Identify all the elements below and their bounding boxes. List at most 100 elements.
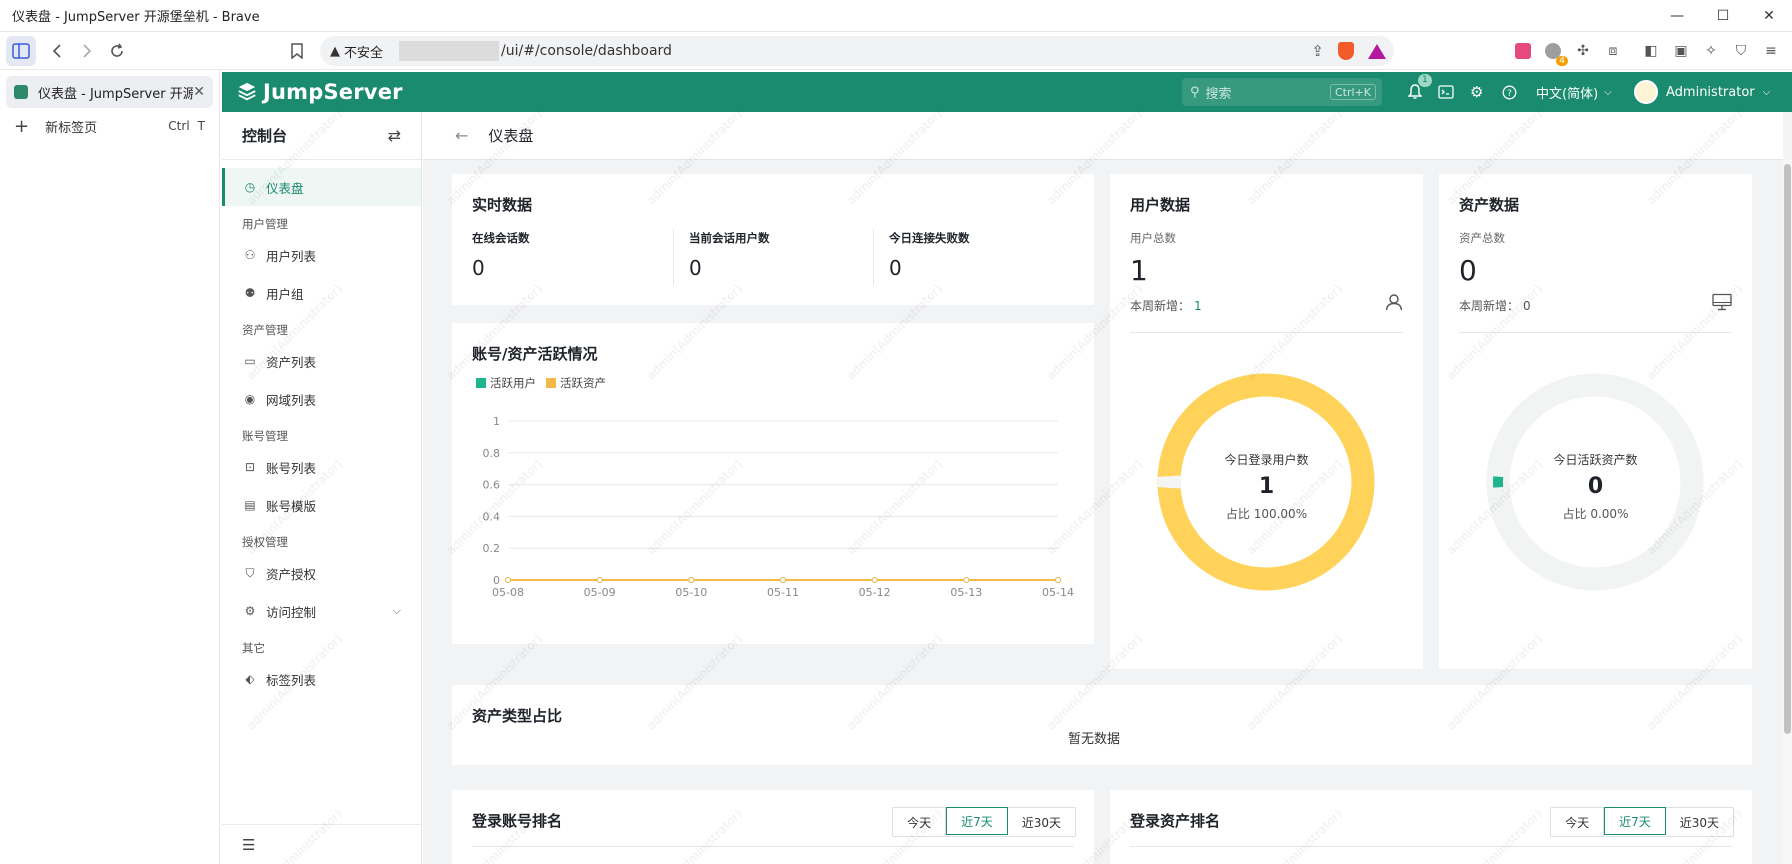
range-30days-button[interactable]: 近30天 [1008, 808, 1075, 836]
sidebar-item-account-list[interactable]: ⊡ 账号列表 [222, 448, 421, 486]
range-7days-button[interactable]: 近7天 [1604, 807, 1666, 835]
sidebar-item-label: 用户组 [266, 286, 304, 302]
range-today-button[interactable]: 今天 [1551, 808, 1605, 836]
security-status[interactable]: 不安全 [344, 42, 383, 61]
help-icon[interactable]: ? [1502, 72, 1517, 112]
global-search-input[interactable]: ⚲ 搜索 Ctrl+K [1182, 78, 1382, 106]
data-point [1055, 577, 1061, 583]
close-window-button[interactable]: ✕ [1746, 0, 1792, 32]
breadcrumb: ← 仪表盘 [423, 112, 1783, 160]
warning-icon[interactable]: ▲ [330, 44, 340, 59]
close-tab-icon[interactable]: ✕ [193, 84, 205, 100]
search-icon: ⚲ [1190, 84, 1200, 100]
activity-card: 账号/资产活跃情况 活跃用户 活跃资产 0 0.2 0.4 0.6 0.8 1 05-08 0… [452, 323, 1094, 644]
language-selector[interactable]: 中文(简体) ⌵ [1536, 72, 1612, 112]
x-tick-label: 05-10 [675, 586, 707, 599]
donut-ratio: 占比 100.00% [1225, 507, 1308, 521]
vertical-scrollbar[interactable] [1783, 160, 1792, 864]
sidebar-item-user-group[interactable]: ⚉ 用户组 [222, 274, 421, 312]
vertical-tabs-panel: 仪表盘 - JumpServer 开源 ✕ + 新标签页 Ctrl T [0, 70, 220, 864]
user-data-card: 用户数据 用户总数 1 本周新增： 1 今日登录用户数 1 占比 100.00% [1110, 174, 1423, 669]
minimize-button[interactable]: — [1654, 0, 1700, 32]
activity-line-chart[interactable]: 00.20.40.60.8105-08 05-09 05-10 05-11 05-12 0… [452, 323, 1094, 644]
back-arrow-icon[interactable]: ← [455, 126, 468, 145]
brave-rewards-icon[interactable] [1368, 43, 1386, 59]
x-tick-label: 05-12 [859, 586, 891, 599]
sidebar-item-asset-permission[interactable]: ⛉ 资产授权 [222, 554, 421, 592]
y-tick-label: 0.2 [483, 542, 501, 555]
notification-bell-icon[interactable]: 1 [1408, 72, 1432, 112]
reload-icon[interactable] [102, 36, 132, 66]
extensions-puzzle-icon[interactable]: ✣ [1572, 40, 1594, 62]
stat-value: 0 [889, 256, 902, 280]
login-asset-rank-card: 登录资产排名 今天 近7天 近30天 [1110, 790, 1752, 864]
main-content: ← 仪表盘 实时数据 在线会话数 0 当前会话用户数 0 今日连接失败数 0 账… [423, 112, 1792, 864]
brave-shields-icon[interactable] [1338, 42, 1354, 60]
menu-icon[interactable]: ≡ [1760, 40, 1782, 62]
tab-dashboard[interactable]: 仪表盘 - JumpServer 开源 ✕ [6, 76, 213, 108]
maximize-button[interactable]: ☐ [1700, 0, 1746, 32]
shortcut-ctrl: Ctrl [168, 119, 190, 133]
divider [873, 229, 874, 285]
monitor-icon [1712, 293, 1732, 315]
sidebar-item-zone-list[interactable]: ◉ 网域列表 [222, 380, 421, 418]
svg-text:?: ? [1507, 89, 1512, 99]
chevron-down-icon: ⌵ [1604, 86, 1612, 98]
bookmark-icon[interactable] [282, 36, 312, 66]
sidebar-header: 控制台 ⇄ [222, 112, 421, 160]
brand-logo[interactable]: JumpServer [236, 80, 403, 104]
menu-group-asset: 资产管理 [242, 323, 288, 337]
url-text[interactable]: /ui/#/console/dashboard [501, 43, 672, 59]
shortcut-key: T [197, 119, 205, 133]
vpn-shield-icon[interactable]: ⛉ [1730, 40, 1752, 62]
terminal-icon[interactable] [1438, 72, 1454, 112]
sidebar-toggle-icon[interactable] [6, 35, 36, 66]
new-tab-label: 新标签页 [45, 120, 98, 136]
notification-count: 1 [1418, 74, 1432, 87]
realtime-title: 实时数据 [472, 196, 533, 214]
range-30days-button[interactable]: 近30天 [1666, 808, 1733, 836]
extension-badge: 4 [1556, 56, 1568, 66]
address-bar[interactable]: ▲ 不安全 /ui/#/console/dashboard ⇪ [320, 36, 1394, 66]
asset-total-label: 资产总数 [1459, 231, 1505, 245]
collapse-menu-icon[interactable]: ☰ [222, 824, 421, 864]
sidebar-item-user-list[interactable]: ⚇ 用户列表 [222, 236, 421, 274]
range-7days-button[interactable]: 近7天 [946, 807, 1008, 835]
wallet-icon[interactable]: ▣ [1670, 40, 1692, 62]
avatar [1634, 80, 1658, 104]
asset-total-value: 0 [1459, 254, 1477, 287]
forward-icon[interactable] [72, 36, 102, 66]
back-icon[interactable] [42, 36, 72, 66]
scrollbar-thumb[interactable] [1784, 164, 1791, 734]
sidebar-item-tag-list[interactable]: ⬖ 标签列表 [222, 660, 421, 698]
screenshot-extension-icon[interactable]: ⧈ [1602, 40, 1624, 62]
translate-extension-icon[interactable] [1512, 40, 1534, 62]
week-value: 1 [1194, 299, 1202, 313]
data-point [871, 577, 878, 583]
sidebar-item-label: 标签列表 [266, 672, 317, 688]
asset-data-title: 资产数据 [1459, 196, 1520, 214]
sidebar-item-dashboard[interactable]: ◷ 仪表盘 [222, 168, 421, 206]
settings-gear-icon[interactable]: ⚙ [1470, 72, 1483, 112]
range-toggle: 今天 近7天 近30天 [892, 807, 1076, 837]
stat-value: 0 [472, 256, 485, 280]
new-tab-button[interactable]: + 新标签页 Ctrl T [0, 110, 219, 142]
template-icon: ▤ [244, 498, 256, 512]
share-icon[interactable]: ⇪ [1311, 42, 1324, 60]
user-menu[interactable]: Administrator ⌵ [1634, 72, 1770, 112]
sidebar-item-asset-list[interactable]: ▭ 资产列表 [222, 342, 421, 380]
empty-state: 暂无数据 [1068, 732, 1121, 747]
leo-ai-icon[interactable]: ✧ [1700, 40, 1722, 62]
sidebar-item-access-control[interactable]: ⚙ 访问控制 ⌵ [222, 592, 421, 630]
range-today-button[interactable]: 今天 [893, 808, 947, 836]
window-title: 仪表盘 - JumpServer 开源堡垒机 - Brave [12, 10, 260, 25]
switch-view-icon[interactable]: ⇄ [388, 126, 401, 145]
data-point [596, 577, 603, 583]
extension-badge-icon[interactable]: 4 [1542, 40, 1568, 66]
sidebar-item-account-template[interactable]: ▤ 账号模版 [222, 486, 421, 524]
divider [1130, 846, 1732, 847]
sidebar-panel-icon[interactable]: ◧ [1640, 40, 1662, 62]
stat-label: 今日连接失败数 [889, 231, 970, 245]
x-tick-label: 05-14 [1042, 586, 1074, 599]
location-icon: ◉ [244, 392, 256, 406]
